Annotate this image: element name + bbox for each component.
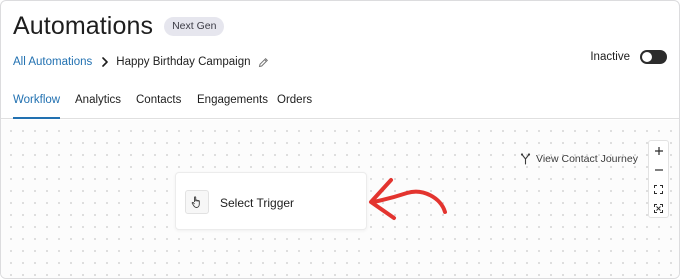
page-header: Automations Next Gen: [13, 11, 225, 41]
breadcrumb-current-automation: Happy Birthday Campaign: [116, 56, 251, 68]
zoom-controls: [648, 140, 669, 218]
tab-engagements[interactable]: Engagements: [197, 94, 268, 119]
fullscreen-icon[interactable]: [649, 199, 668, 217]
tab-analytics[interactable]: Analytics: [75, 94, 121, 119]
branch-icon: [520, 153, 531, 165]
zoom-out-icon[interactable]: [649, 161, 668, 179]
hand-pointer-icon: [185, 190, 209, 214]
breadcrumb-all-automations-link[interactable]: All Automations: [13, 56, 92, 68]
workflow-canvas[interactable]: View Contact Journey Select Trigger: [1, 120, 679, 278]
fit-view-icon[interactable]: [649, 180, 668, 198]
pencil-icon[interactable]: [258, 57, 269, 68]
status-toggle[interactable]: [640, 50, 667, 64]
status-label: Inactive: [590, 51, 630, 63]
breadcrumb: All Automations Happy Birthday Campaign: [13, 54, 269, 70]
page-title: Automations: [13, 11, 154, 40]
view-contact-journey-button[interactable]: View Contact Journey: [520, 153, 638, 165]
view-contact-journey-label: View Contact Journey: [536, 153, 638, 165]
toggle-knob: [641, 51, 653, 63]
automation-editor-frame: Automations Next Gen All Automations Hap…: [0, 0, 680, 279]
select-trigger-card[interactable]: Select Trigger: [175, 172, 367, 230]
tab-workflow[interactable]: Workflow: [13, 94, 61, 119]
next-gen-badge: Next Gen: [164, 16, 225, 36]
tab-orders[interactable]: Orders: [277, 94, 312, 119]
select-trigger-label: Select Trigger: [220, 196, 295, 210]
tab-bar: Workflow Analytics Contacts Engagements …: [1, 87, 679, 119]
annotation-arrow: [369, 178, 447, 220]
chevron-right-icon: [101, 54, 109, 70]
automation-status: Inactive: [590, 48, 667, 66]
zoom-in-icon[interactable]: [649, 142, 668, 160]
tab-contacts[interactable]: Contacts: [136, 94, 181, 119]
